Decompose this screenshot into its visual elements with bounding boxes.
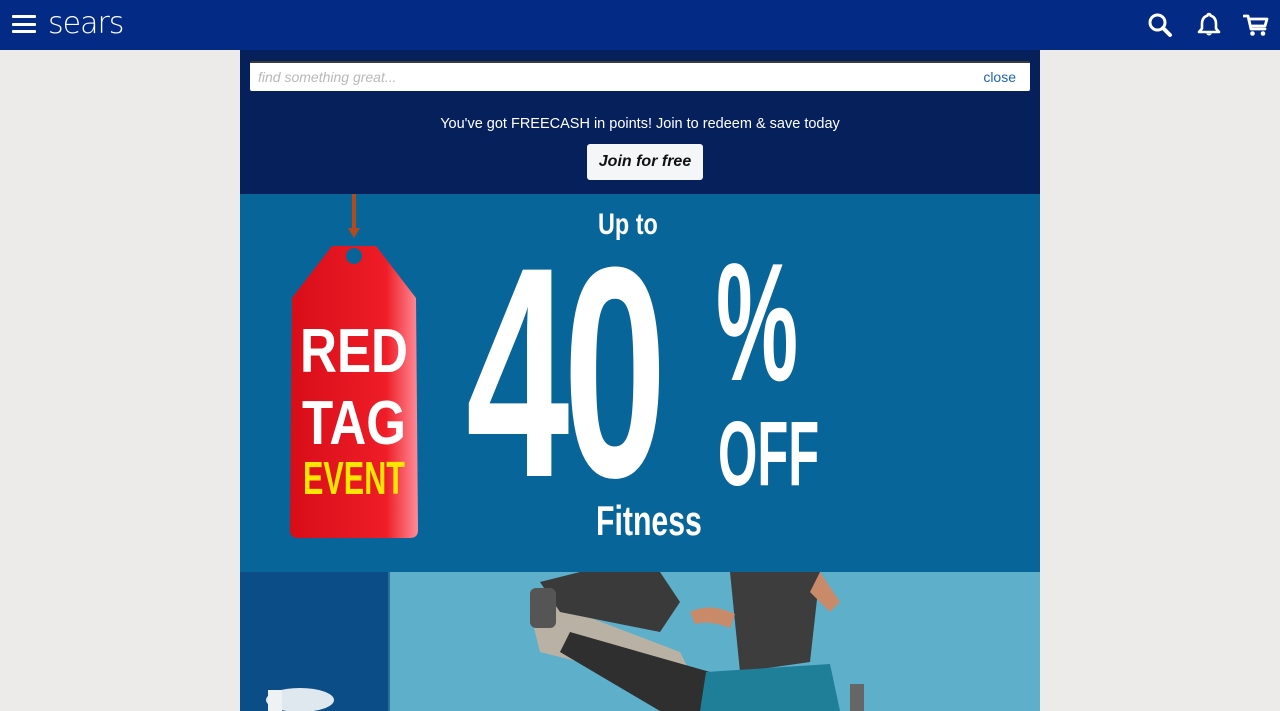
bell-icon[interactable]	[1196, 12, 1222, 38]
treadmill-runner-photo[interactable]	[240, 572, 1040, 711]
off-text: OFF	[718, 403, 820, 505]
search-bar: close	[250, 61, 1030, 91]
discount-number: 40	[466, 204, 667, 540]
red-tag-event-banner[interactable]: RED TAG EVENT Up to 40 % OFF Fitness	[240, 194, 1040, 572]
category-fitness: Fitness	[596, 497, 702, 544]
sears-logo[interactable]: sears	[48, 6, 124, 41]
menu-icon[interactable]	[12, 15, 36, 33]
percent-sign: %	[716, 228, 799, 416]
freecash-message: You've got FREECASH in points! Join to r…	[440, 116, 840, 132]
join-for-free-button[interactable]: Join for free	[587, 144, 703, 180]
search-icon[interactable]	[1147, 12, 1173, 38]
promo-header: close You've got FREECASH in points! Joi…	[240, 50, 1040, 194]
tag-line-event: EVENT	[303, 452, 405, 504]
close-search-link[interactable]: close	[983, 69, 1016, 85]
top-navigation-bar: sears	[0, 0, 1280, 50]
main-content: close You've got FREECASH in points! Joi…	[240, 50, 1040, 711]
red-tag-graphic: RED TAG EVENT	[290, 194, 418, 538]
cart-icon[interactable]	[1243, 12, 1269, 38]
tag-line-red: RED	[300, 317, 408, 386]
search-input[interactable]	[258, 65, 958, 89]
tag-line-tag: TAG	[302, 389, 406, 458]
